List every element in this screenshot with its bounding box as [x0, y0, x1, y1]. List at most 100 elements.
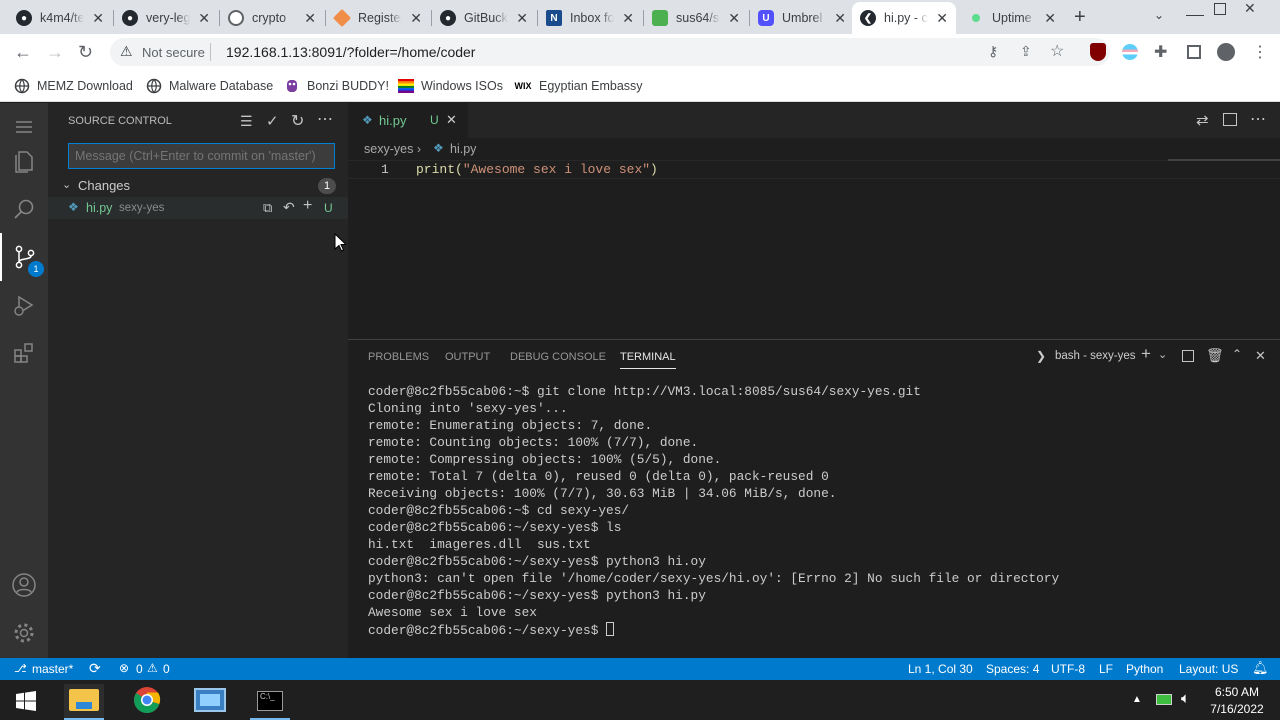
minimize-icon[interactable] [1186, 2, 1204, 16]
commit-check-icon[interactable]: ✓ [266, 112, 279, 130]
close-icon[interactable]: ✕ [622, 10, 634, 27]
branch-status[interactable]: master* [32, 662, 73, 676]
cursor-position[interactable]: Ln 1, Col 30 [908, 662, 973, 676]
panel-tab-debug-console[interactable]: DEBUG CONSOLE [510, 351, 606, 363]
close-icon[interactable]: ✕ [92, 10, 104, 27]
language-mode[interactable]: Python [1126, 662, 1163, 676]
file-explorer-taskbar-item[interactable] [64, 684, 104, 720]
editor-more-icon[interactable]: ⋯ [1250, 109, 1266, 129]
editor-tab[interactable]: ❖ hi.py U ✕ [348, 103, 468, 138]
notification-bell-icon[interactable]: 🔔︎ [1252, 660, 1269, 676]
tab-search-icon[interactable]: ⌄ [1154, 8, 1164, 22]
new-tab-icon[interactable]: + [1074, 6, 1086, 29]
terminal-taskbar-item[interactable]: C:\_ [250, 684, 290, 720]
url-text[interactable]: 192.168.1.13:8091/?folder=/home/coder [226, 44, 475, 60]
warning-count[interactable]: 0 [163, 662, 170, 676]
refresh-icon[interactable]: ↻ [291, 111, 304, 131]
window-close-icon[interactable]: ✕ [1244, 0, 1256, 17]
clock-date[interactable]: 7/16/2022 [1206, 702, 1268, 716]
volume-icon[interactable]: 🔈︎ [1181, 690, 1190, 707]
browser-tab[interactable]: U Umbrel ✕ [750, 2, 854, 34]
close-icon[interactable]: ✕ [1044, 10, 1056, 27]
split-terminal-icon[interactable] [1182, 350, 1194, 362]
close-icon[interactable]: ✕ [198, 10, 210, 27]
run-debug-icon[interactable] [0, 281, 48, 329]
code-line[interactable]: print("Awesome sex i love sex") [416, 162, 658, 177]
key-icon[interactable]: ⚷ [988, 43, 998, 60]
stage-changes-icon[interactable]: + [303, 197, 312, 215]
bookmark-item[interactable]: Windows ISOs [398, 78, 503, 94]
account-icon[interactable] [0, 561, 48, 609]
profile-avatar[interactable] [1217, 43, 1235, 61]
bookmark-item[interactable]: MEMZ Download [14, 78, 133, 94]
browser-tab[interactable]: crypto ✕ [220, 2, 324, 34]
explorer-icon[interactable] [0, 137, 48, 185]
panel-tab-terminal[interactable]: TERMINAL [620, 351, 676, 369]
minimap-slider[interactable] [1168, 159, 1280, 161]
discard-changes-icon[interactable]: ↶ [283, 199, 295, 216]
encoding-status[interactable]: UTF-8 [1051, 662, 1085, 676]
breadcrumb-file[interactable]: hi.py [450, 142, 476, 156]
chrome-icon[interactable] [133, 686, 161, 719]
panel-tab-output[interactable]: OUTPUT [445, 351, 490, 363]
side-panel-icon[interactable] [1187, 45, 1201, 59]
bookmark-star-icon[interactable]: ☆ [1050, 41, 1064, 61]
error-count[interactable]: 0 [136, 662, 143, 676]
clock-time[interactable]: 6:50 AM [1212, 685, 1262, 699]
search-icon[interactable] [0, 185, 48, 233]
battery-icon[interactable] [1156, 694, 1172, 705]
open-file-icon[interactable]: ⧉ [263, 200, 272, 216]
browser-tab[interactable]: sus64/sexy ✕ [644, 2, 748, 34]
source-control-icon[interactable]: 1 [0, 233, 48, 281]
browser-tab-active[interactable]: ❮ hi.py - code ✕ [852, 2, 956, 34]
maximize-panel-icon[interactable]: ⌃ [1232, 347, 1242, 361]
extensions-puzzle-icon[interactable]: ✚ [1154, 42, 1167, 62]
new-terminal-icon[interactable]: + [1141, 344, 1151, 364]
sync-icon[interactable]: ⟳ [89, 660, 101, 677]
close-icon[interactable]: ✕ [728, 10, 740, 27]
more-menu-icon[interactable]: ⋮ [1252, 42, 1268, 62]
ublock-icon[interactable] [1090, 43, 1106, 61]
chevron-down-icon[interactable]: ⌄ [1158, 348, 1167, 361]
address-bar[interactable]: ⚠ Not secure 192.168.1.13:8091/?folder=/… [110, 38, 1110, 66]
view-as-tree-icon[interactable]: ☰ [240, 113, 253, 130]
split-editor-icon[interactable] [1223, 113, 1237, 126]
changes-header[interactable]: Changes [78, 178, 130, 193]
gear-icon[interactable] [0, 609, 48, 657]
tray-overflow-icon[interactable]: ▲ [1132, 694, 1142, 705]
changed-file-row[interactable]: ❖ hi.py sexy-yes ⧉ ↶ + U [48, 197, 348, 219]
close-icon[interactable]: ✕ [834, 10, 846, 27]
more-actions-icon[interactable]: ⋯ [317, 109, 333, 129]
close-icon[interactable]: ✕ [936, 10, 948, 27]
browser-tab[interactable]: Uptime ✕ [960, 2, 1064, 34]
browser-tab[interactable]: N Inbox for ✕ [538, 2, 642, 34]
breadcrumb-folder[interactable]: sexy-yes [364, 142, 413, 156]
panel-tab-problems[interactable]: PROBLEMS [368, 351, 429, 363]
indentation-status[interactable]: Spaces: 4 [986, 662, 1039, 676]
chevron-down-icon[interactable]: ⌄ [62, 178, 71, 191]
back-icon[interactable]: ← [14, 42, 32, 63]
bookmark-item[interactable]: Bonzi BUDDY! [284, 78, 389, 94]
bookmark-item[interactable]: Malware Database [146, 78, 273, 94]
extension-flag-icon[interactable] [1122, 44, 1138, 60]
remote-desktop-icon[interactable] [194, 688, 226, 712]
keyboard-layout[interactable]: Layout: US [1179, 662, 1238, 676]
commit-message-input[interactable] [68, 143, 335, 169]
browser-tab[interactable]: ● k4m4/terminals ✕ [8, 2, 112, 34]
close-icon[interactable]: ✕ [516, 10, 528, 27]
trash-icon[interactable]: 🗑 [1206, 347, 1224, 364]
browser-tab[interactable]: ● GitBucket ✕ [432, 2, 536, 34]
browser-tab[interactable]: ● very-legit ✕ [114, 2, 218, 34]
windows-start-icon[interactable] [16, 691, 36, 716]
close-icon[interactable]: ✕ [446, 112, 457, 128]
terminal-selector[interactable]: bash - sexy-yes [1055, 350, 1136, 362]
bookmark-item[interactable]: WIX Egyptian Embassy [514, 78, 643, 94]
terminal-output[interactable]: coder@8c2fb55cab06:~$ git clone http://V… [348, 384, 1280, 654]
restore-icon[interactable] [1214, 3, 1226, 15]
forward-icon[interactable]: → [46, 42, 64, 63]
extensions-icon[interactable] [0, 329, 48, 377]
open-changes-icon[interactable]: ⇄ [1196, 111, 1209, 129]
close-panel-icon[interactable]: ✕ [1255, 348, 1266, 364]
close-icon[interactable]: ✕ [304, 10, 316, 27]
browser-tab[interactable]: Register ✕ [326, 2, 430, 34]
